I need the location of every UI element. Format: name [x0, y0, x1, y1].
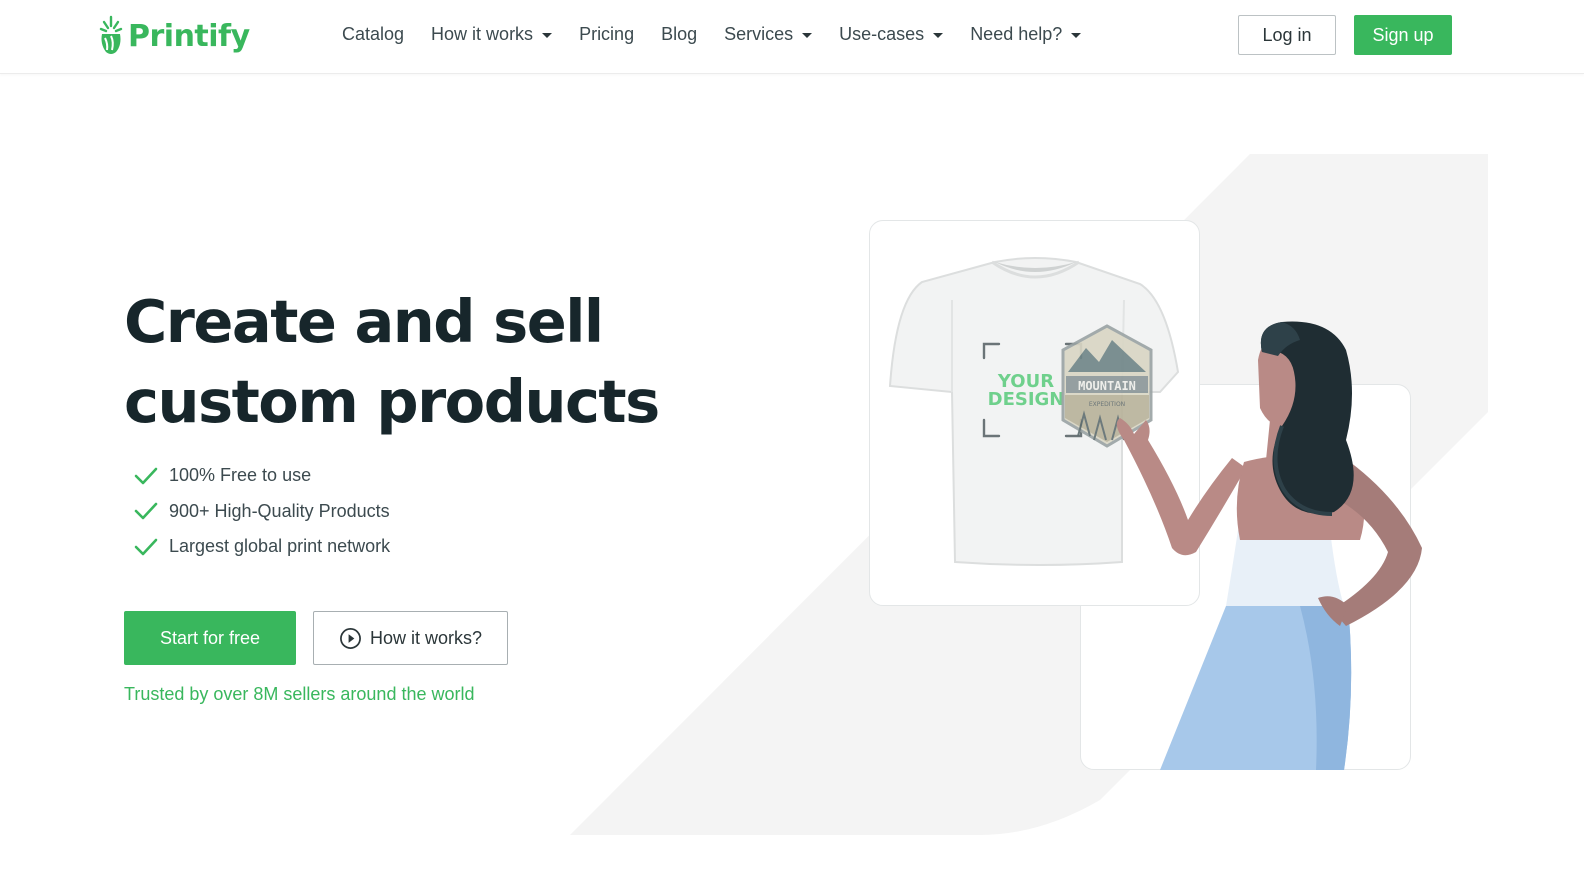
- mountain-badge: MOUNTAIN EXPEDITION: [1061, 324, 1153, 448]
- hero-illustration: YOUR DESIGN MOUNTAIN EXPEDITION: [0, 0, 1584, 878]
- badge-title: MOUNTAIN: [1078, 379, 1136, 393]
- your-design-text-line-2: DESIGN: [988, 389, 1065, 410]
- illustration-scene: YOUR DESIGN MOUNTAIN EXPEDITION: [888, 257, 1422, 770]
- badge-subtitle: EXPEDITION: [1089, 401, 1125, 408]
